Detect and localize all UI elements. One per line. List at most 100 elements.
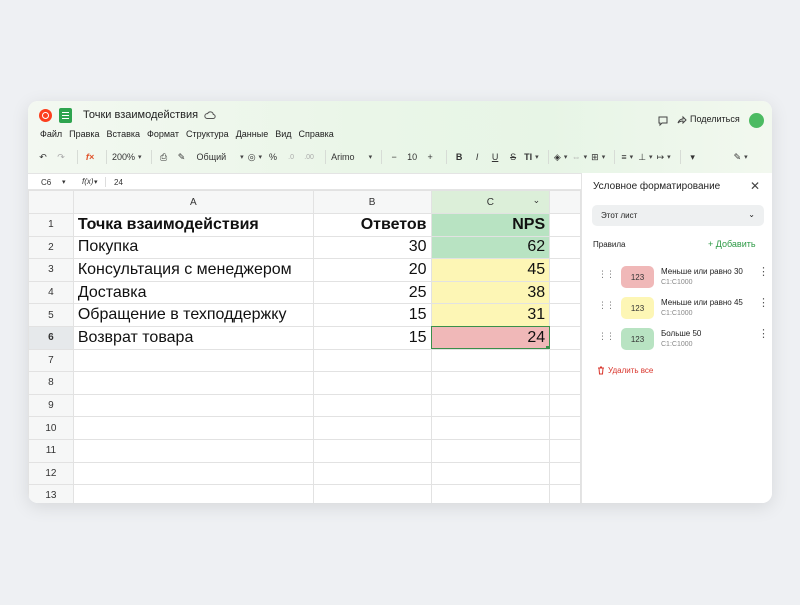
merge-cells-icon[interactable]: ⇔ ▾ [572,149,588,165]
empty-cell[interactable] [312,371,432,395]
empty-cell[interactable] [549,371,581,395]
cell-a6[interactable]: Возврат товара [72,325,314,350]
rule-item[interactable]: ⋮⋮ 123 Меньше или равно 30 C1:C1000 ⋮ [592,266,769,290]
more-tools-icon[interactable]: ▾ [686,149,700,165]
empty-cell[interactable] [430,484,551,503]
cell-c1[interactable]: NPS [430,213,551,237]
decimal-decrease-icon[interactable]: .0 [284,149,298,165]
document-title[interactable]: Точки взаимодействия [83,109,198,121]
cell-a1[interactable]: Точка взаимодействия [72,213,314,237]
percent-button[interactable]: % [266,149,280,165]
cell-d6[interactable] [549,325,581,350]
close-icon[interactable]: ✕ [750,179,760,193]
zoom-select[interactable]: 200% ▾ [112,149,142,165]
row-header[interactable]: 4 [28,280,74,305]
empty-cell[interactable] [430,461,551,486]
yandex-logo-icon[interactable] [39,109,52,122]
more-options-icon[interactable]: ⋮ [758,298,769,309]
row-header[interactable]: 11 [28,438,74,463]
cell-b1[interactable]: Ответов [312,213,432,237]
select-all-corner[interactable] [28,190,74,214]
cell-d4[interactable] [549,280,581,305]
row-header[interactable]: 5 [28,303,74,327]
empty-cell[interactable] [430,416,551,440]
menu-view[interactable]: Вид [275,129,291,139]
undo-icon[interactable]: ↶ [36,149,50,165]
drag-handle-icon[interactable]: ⋮⋮ [598,301,615,313]
cell-b4[interactable]: 25 [312,280,432,305]
drag-handle-icon[interactable]: ⋮⋮ [598,332,615,344]
cell-c3[interactable]: 45 [430,258,551,282]
empty-cell[interactable] [430,438,551,463]
number-format-select[interactable]: Общий ▾ [197,149,244,165]
fill-handle[interactable] [546,345,549,349]
cell-a2[interactable]: Покупка [72,235,314,260]
row-header[interactable]: 1 [28,213,74,237]
row-header[interactable]: 12 [28,461,74,486]
add-rule-button[interactable]: + Добавить [708,239,756,249]
horizontal-align-icon[interactable]: ≡ ▾ [620,149,634,165]
formula-input[interactable]: 24 [114,178,123,187]
row-header-active[interactable]: 6 [28,325,74,350]
cell-c4[interactable]: 38 [430,280,551,305]
row-header[interactable]: 10 [28,416,74,440]
chevron-down-icon[interactable]: ▾ [94,178,98,186]
row-header[interactable]: 13 [28,484,74,503]
function-icon[interactable]: f× [83,149,97,165]
cell-c2[interactable]: 62 [430,235,551,260]
cell-b6[interactable]: 15 [312,325,432,350]
cell-c6-selected[interactable]: 24 [430,325,551,350]
column-header-c[interactable]: C ⌄ [430,190,551,214]
underline-button[interactable]: U [488,149,502,165]
cell-d3[interactable] [549,258,581,282]
cell-b3[interactable]: 20 [312,258,432,282]
cell-d5[interactable] [549,303,581,327]
edit-mode-icon[interactable]: ✎ ▾ [734,149,748,165]
font-select[interactable]: Arimo ▾ [331,149,372,165]
empty-cell[interactable] [72,438,314,463]
cell-b5[interactable]: 15 [312,303,432,327]
empty-cell[interactable] [549,348,581,373]
empty-cell[interactable] [549,438,581,463]
column-header-a[interactable]: A [72,190,314,214]
more-options-icon[interactable]: ⋮ [758,329,769,340]
menu-edit[interactable]: Правка [69,129,99,139]
chevron-down-icon[interactable]: ⌄ [533,195,541,206]
rule-item[interactable]: ⋮⋮ 123 Больше 50 C1:C1000 ⋮ [592,328,769,352]
more-options-icon[interactable]: ⋮ [758,267,769,278]
row-header[interactable]: 8 [28,371,74,395]
empty-cell[interactable] [312,393,432,418]
cell-d2[interactable] [549,235,581,260]
cell-b2[interactable]: 30 [312,235,432,260]
delete-all-button[interactable]: Удалить все [597,366,653,375]
empty-cell[interactable] [312,484,432,503]
empty-cell[interactable] [549,461,581,486]
column-header-b[interactable]: B [312,190,432,214]
user-avatar[interactable] [749,113,764,128]
row-header[interactable]: 9 [28,393,74,418]
rule-item[interactable]: ⋮⋮ 123 Меньше или равно 45 C1:C1000 ⋮ [592,297,769,321]
cell-a5[interactable]: Обращение в техподдержку [72,303,314,327]
menu-format[interactable]: Формат [147,129,179,139]
empty-cell[interactable] [72,416,314,440]
decimal-increase-icon[interactable]: .00 [302,149,316,165]
empty-cell[interactable] [312,461,432,486]
cell-c5[interactable]: 31 [430,303,551,327]
menu-help[interactable]: Справка [299,129,334,139]
text-format-button[interactable]: T I ▾ [524,149,539,165]
cell-d1[interactable] [549,213,581,237]
strikethrough-button[interactable]: S [506,149,520,165]
cell-a3[interactable]: Консультация с менеджером [72,258,314,282]
empty-cell[interactable] [549,484,581,503]
empty-cell[interactable] [430,393,551,418]
empty-cell[interactable] [430,348,551,373]
print-icon[interactable]: ⎙ [157,149,171,165]
empty-cell[interactable] [312,438,432,463]
sheets-logo-icon[interactable] [59,108,72,123]
font-size-decrease-button[interactable]: − [387,149,401,165]
menu-structure[interactable]: Структура [186,129,229,139]
paint-format-icon[interactable]: ✎ [175,149,189,165]
font-size-value[interactable]: 10 [405,149,419,165]
chevron-down-icon[interactable]: ▾ [62,178,66,186]
empty-cell[interactable] [72,484,314,503]
